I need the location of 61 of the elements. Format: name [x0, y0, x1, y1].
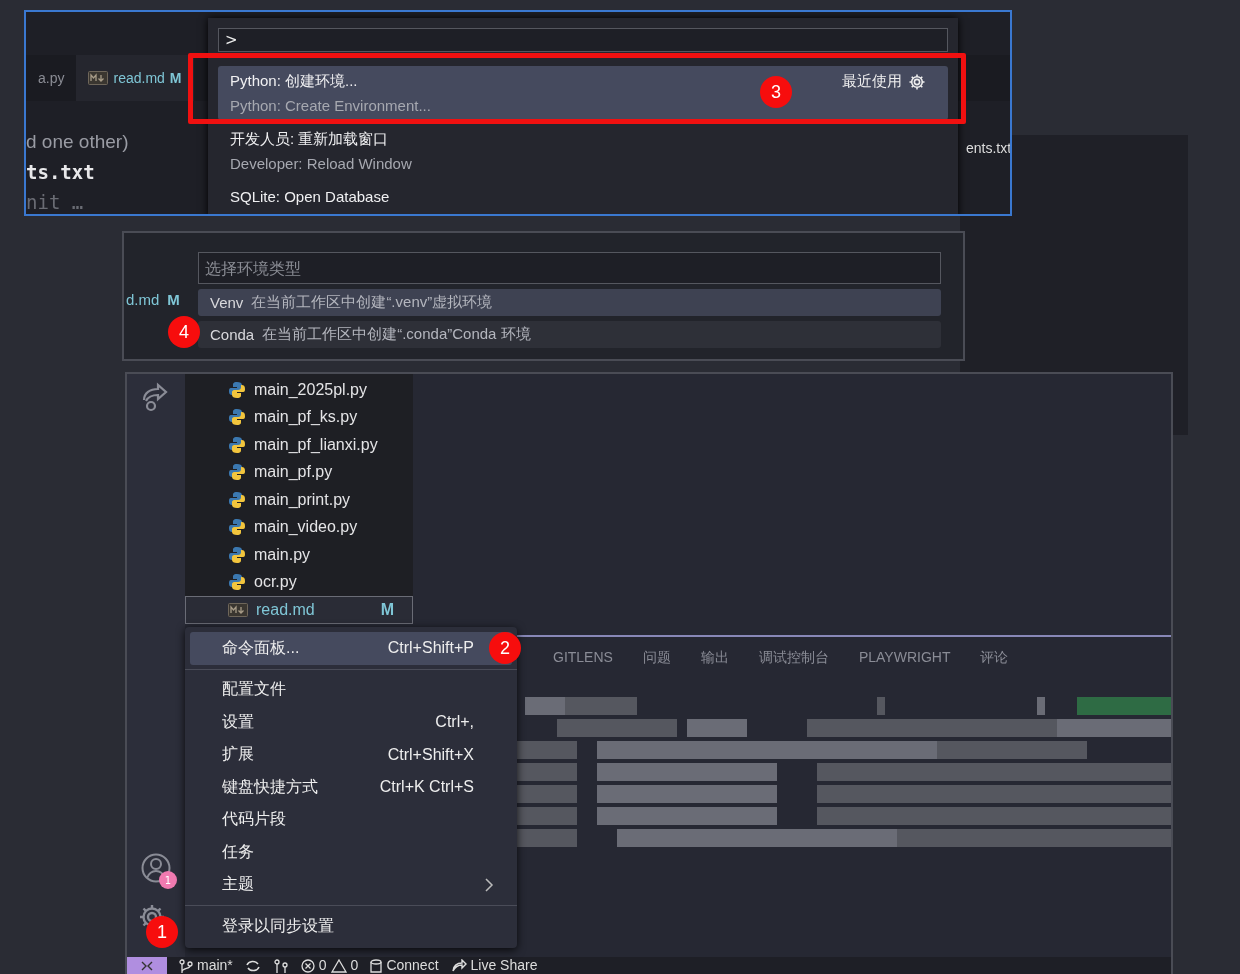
- file-item[interactable]: main_video.py: [185, 513, 413, 541]
- menu-item[interactable]: 代码片段: [190, 803, 512, 836]
- python-icon: [228, 435, 246, 454]
- python-icon: [228, 545, 246, 564]
- recently-used-label: 最近使用: [842, 72, 902, 91]
- menu-item[interactable]: 主题: [190, 868, 512, 901]
- database-icon: [370, 958, 383, 973]
- python-icon: [228, 408, 246, 427]
- remote-button[interactable]: [127, 957, 167, 974]
- graph-icon: [272, 958, 289, 973]
- file-item[interactable]: main_pf.py: [185, 458, 413, 486]
- python-icon: [228, 490, 246, 509]
- command-item[interactable]: 开发人员: 重新加载窗口 Developer: Reload Window: [218, 124, 948, 178]
- environment-type-field[interactable]: 选择环境类型: [198, 252, 941, 284]
- menu-item[interactable]: 设置 Ctrl+,: [190, 706, 512, 739]
- menu-item[interactable]: 登录以同步设置: [190, 910, 512, 943]
- panel-tab[interactable]: 评论: [980, 649, 1009, 667]
- editor-tab[interactable]: read.md M: [76, 55, 194, 101]
- python-icon: [228, 380, 246, 399]
- sync-icon: [244, 958, 261, 973]
- problems-button[interactable]: 0 0: [300, 957, 359, 974]
- file-item[interactable]: read.md M: [185, 596, 413, 624]
- panel-tab[interactable]: 调试控制台: [758, 649, 829, 667]
- error-icon: [300, 958, 315, 973]
- file-item[interactable]: main_print.py: [185, 486, 413, 514]
- file-item[interactable]: main_pf_ks.py: [185, 403, 413, 431]
- connect-button[interactable]: Connect: [370, 957, 439, 974]
- file-item[interactable]: main_pf_lianxi.py: [185, 431, 413, 459]
- branch-icon: [179, 958, 193, 973]
- file-item[interactable]: ocr.py: [185, 568, 413, 596]
- command-item[interactable]: SQLite: Open Database: [218, 182, 948, 211]
- editor-text: ts.txt: [26, 161, 96, 185]
- python-icon: [228, 573, 246, 592]
- panel-tab[interactable]: PLAYWRIGHT: [858, 649, 951, 667]
- branch-button[interactable]: main*: [179, 957, 233, 974]
- file-item[interactable]: main.py: [185, 541, 413, 569]
- editor-text: nit …: [26, 191, 85, 214]
- editor-text: d one other): [26, 131, 130, 154]
- warning-icon: [330, 958, 347, 973]
- command-input[interactable]: >: [218, 28, 948, 52]
- settings-icon: [908, 72, 926, 91]
- panel-tab[interactable]: 输出: [700, 649, 729, 667]
- panel-tab[interactable]: 问题: [642, 649, 671, 667]
- markdown-icon: [88, 71, 109, 85]
- live-share-button[interactable]: Live Share: [450, 957, 538, 974]
- python-icon: [228, 518, 246, 537]
- notification-badge: 1: [159, 871, 177, 889]
- account-icon: [141, 853, 171, 883]
- python-icon: [228, 463, 246, 482]
- environment-option[interactable]: Venv 在当前工作区中创建“.venv”虚拟环境: [198, 289, 941, 316]
- environment-option[interactable]: Conda 在当前工作区中创建“.conda”Conda 环境: [198, 321, 941, 348]
- live-share-icon: [450, 958, 467, 973]
- menu-item[interactable]: 扩展 Ctrl+Shift+X: [190, 738, 512, 771]
- menu-item[interactable]: 键盘快捷方式 Ctrl+K Ctrl+S: [190, 771, 512, 804]
- markdown-icon: [228, 602, 248, 617]
- panel-tab[interactable]: GITLENS: [553, 649, 613, 667]
- editor-tab[interactable]: a.py: [26, 55, 77, 101]
- file-item[interactable]: main_2025pl.py: [185, 376, 413, 404]
- menu-item[interactable]: 任务: [190, 836, 512, 869]
- editor-tab[interactable]: d.md M: [126, 291, 180, 308]
- menu-item[interactable]: 配置文件: [190, 673, 512, 706]
